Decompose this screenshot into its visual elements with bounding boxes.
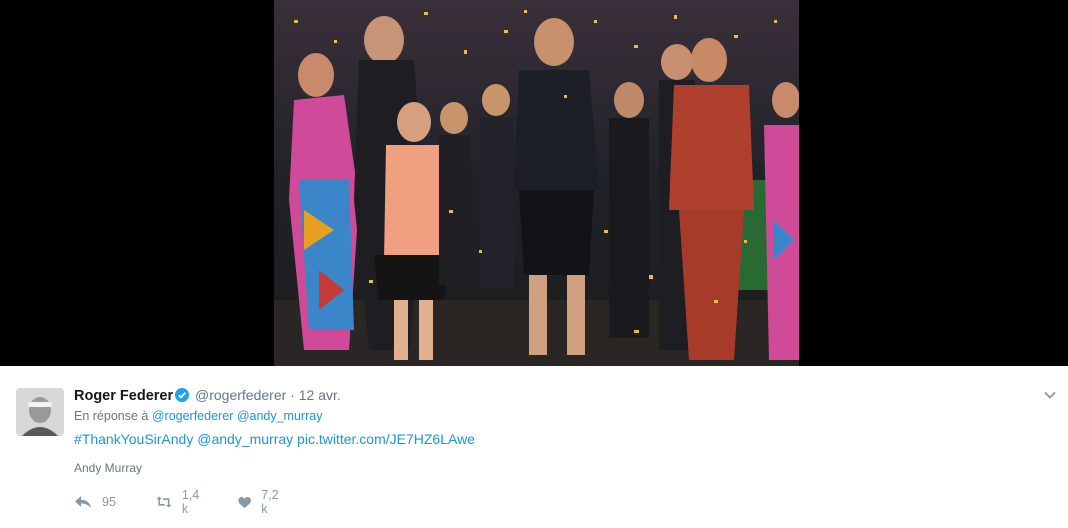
reply-prefix: En réponse à	[74, 409, 149, 423]
like-count: 7,2 k	[261, 488, 279, 516]
reply-icon	[75, 496, 91, 508]
reply-button[interactable]: 95	[74, 492, 116, 512]
tweet-text: #ThankYouSirAndy @andy_murray pic.twitte…	[74, 431, 475, 447]
photo-tag-label[interactable]: Andy Murray	[74, 461, 142, 475]
tweet-timestamp[interactable]: 12 avr.	[299, 387, 341, 403]
reply-context: En réponse à @rogerfederer @andy_murray	[74, 409, 322, 423]
retweet-count: 1,4 k	[181, 488, 200, 516]
hashtag-link[interactable]: #ThankYouSirAndy	[74, 431, 193, 447]
separator-dot: ·	[290, 387, 295, 403]
author-name[interactable]: Roger Federer	[74, 388, 173, 404]
reply-mention-1[interactable]: @rogerfederer	[152, 409, 233, 423]
retweet-icon	[156, 496, 172, 508]
reply-mention-2[interactable]: @andy_murray	[237, 409, 323, 423]
tweet-photo[interactable]	[274, 0, 799, 366]
heart-icon	[238, 496, 251, 508]
author-handle[interactable]: @rogerfederer	[195, 387, 286, 403]
photo-illustration	[274, 0, 799, 366]
tweet-card: Roger Federer @rogerfederer · 12 avr. En…	[0, 366, 1068, 528]
avatar[interactable]	[16, 388, 64, 436]
media-background	[0, 0, 1068, 366]
verified-badge-icon	[175, 388, 190, 402]
pic-link[interactable]: pic.twitter.com/JE7HZ6LAwe	[297, 431, 475, 447]
reply-count: 95	[102, 495, 116, 509]
retweet-button[interactable]: 1,4 k	[156, 488, 203, 516]
tweet-header: Roger Federer @rogerfederer · 12 avr.	[74, 387, 341, 404]
like-button[interactable]: 7,2 k	[238, 488, 282, 516]
chevron-down-icon[interactable]	[1043, 388, 1057, 402]
mention-link[interactable]: @andy_murray	[197, 431, 293, 447]
avatar-image	[16, 388, 64, 436]
